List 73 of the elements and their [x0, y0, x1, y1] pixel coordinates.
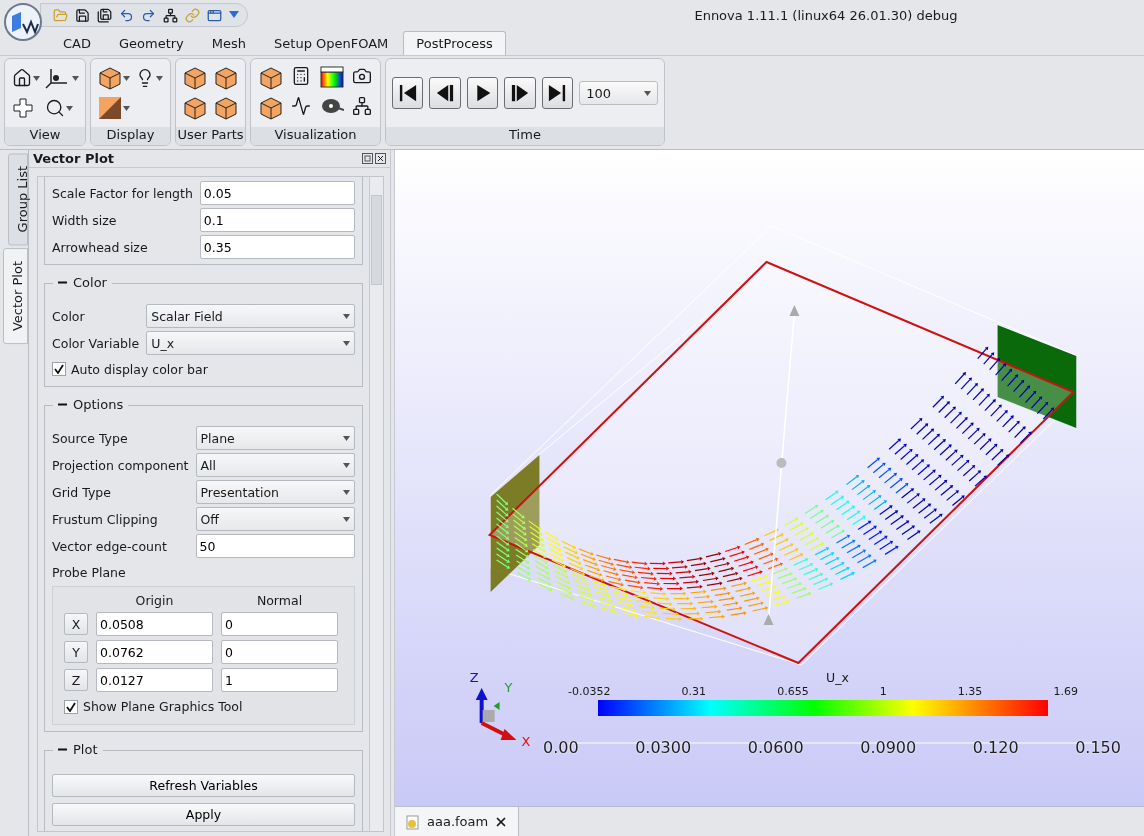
- axis-label: Z: [469, 670, 479, 685]
- menu-tab[interactable]: Geometry: [106, 31, 197, 55]
- group-title: Plot: [73, 741, 98, 758]
- input-field[interactable]: 1: [221, 668, 338, 692]
- ruler-label: 0.00: [543, 738, 579, 757]
- checkbox-label: Show Plane Graphics Tool: [83, 699, 243, 714]
- dropdown[interactable]: All: [195, 453, 355, 477]
- dropdown[interactable]: Presentation: [195, 480, 355, 504]
- 3d-viewport[interactable]: Z Y X U_x -0.0352 0.31 0.655 1 1.35 1.69 0.00 0.0300 0.0600 0.0900 0.120 0.150: [395, 150, 1144, 806]
- legend-label: 1: [879, 685, 887, 698]
- input-field[interactable]: 0.05: [199, 181, 355, 205]
- column-header: Normal: [255, 593, 304, 608]
- field-label: Projection component: [52, 457, 189, 473]
- input-field[interactable]: 50: [195, 534, 355, 558]
- field-label: Arrowhead size: [52, 239, 149, 255]
- input-field[interactable]: 0: [221, 640, 338, 664]
- input-field[interactable]: 0.0127: [96, 668, 213, 692]
- window-title: Ennova 1.11.1 (linux64 26.01.30) debug: [693, 7, 959, 23]
- group-label: View: [5, 127, 85, 145]
- action-button[interactable]: Apply: [52, 803, 355, 826]
- checkbox-label: Auto display color bar: [71, 361, 208, 377]
- field-label: Color: [52, 308, 86, 324]
- action-button[interactable]: Refresh Variables: [52, 774, 355, 797]
- input-field[interactable]: 0.1: [199, 208, 355, 232]
- field-label: Color Variable: [52, 335, 140, 351]
- ruler-label: 0.120: [972, 738, 1019, 757]
- field-label: Vector edge-count: [52, 538, 168, 554]
- input-field[interactable]: 0.0762: [96, 640, 213, 664]
- legend-title: U_x: [826, 670, 849, 685]
- axis-label: Y: [504, 680, 513, 695]
- column-header: Origin: [134, 593, 175, 608]
- legend-label: 0.655: [777, 685, 809, 698]
- field-label: Source Type: [52, 430, 129, 446]
- menu-tab[interactable]: CAD: [50, 31, 104, 55]
- menu-tab[interactable]: PostProcess: [403, 31, 506, 55]
- group-label: Visualization: [251, 127, 380, 145]
- legend-label: -0.0352: [568, 685, 611, 698]
- dropdown[interactable]: Scalar Field: [146, 304, 355, 328]
- ruler-label: 0.0600: [747, 738, 804, 757]
- group-label: Time: [386, 127, 664, 145]
- tab-label: aaa.foam: [427, 814, 489, 829]
- dropdown[interactable]: Plane: [195, 426, 355, 450]
- field-label: Frustum Clipping: [52, 511, 159, 527]
- field-label: Width size: [52, 212, 118, 228]
- group-title: Options: [73, 396, 124, 413]
- group-title: Color: [73, 274, 107, 291]
- panel-title: Vector Plot: [33, 151, 115, 166]
- legend-label: 0.31: [681, 685, 707, 698]
- side-tab[interactable]: Group List: [8, 153, 28, 246]
- ruler-label: 0.150: [1075, 738, 1121, 757]
- group-label: Display: [91, 127, 170, 145]
- axis-button[interactable]: Z: [64, 669, 88, 691]
- field-label: Grid Type: [52, 484, 112, 500]
- field-label: Scale Factor for length: [52, 185, 193, 201]
- group-label: User Parts: [176, 127, 245, 145]
- axis-label: X: [521, 734, 531, 749]
- ruler-label: 0.0900: [860, 738, 917, 757]
- dropdown[interactable]: U_x: [146, 331, 355, 355]
- side-tab[interactable]: Vector Plot: [3, 248, 28, 345]
- section-label: Probe Plane: [52, 564, 126, 580]
- axis-button[interactable]: Y: [64, 641, 88, 663]
- ruler-label: 0.0300: [635, 738, 692, 757]
- legend-label: 1.69: [1053, 685, 1078, 698]
- document-tab[interactable]: aaa.foam: [395, 807, 520, 836]
- axis-button[interactable]: X: [64, 613, 88, 635]
- time-step-dropdown[interactable]: 100: [579, 81, 658, 105]
- input-field[interactable]: 0.0508: [96, 612, 213, 636]
- input-field[interactable]: 0.35: [199, 235, 355, 259]
- menu-tab[interactable]: Setup OpenFOAM: [261, 31, 402, 55]
- dropdown[interactable]: Off: [195, 507, 355, 531]
- menu-tab[interactable]: Mesh: [198, 31, 260, 55]
- input-field[interactable]: 0: [221, 612, 338, 636]
- legend-label: 1.35: [957, 685, 983, 698]
